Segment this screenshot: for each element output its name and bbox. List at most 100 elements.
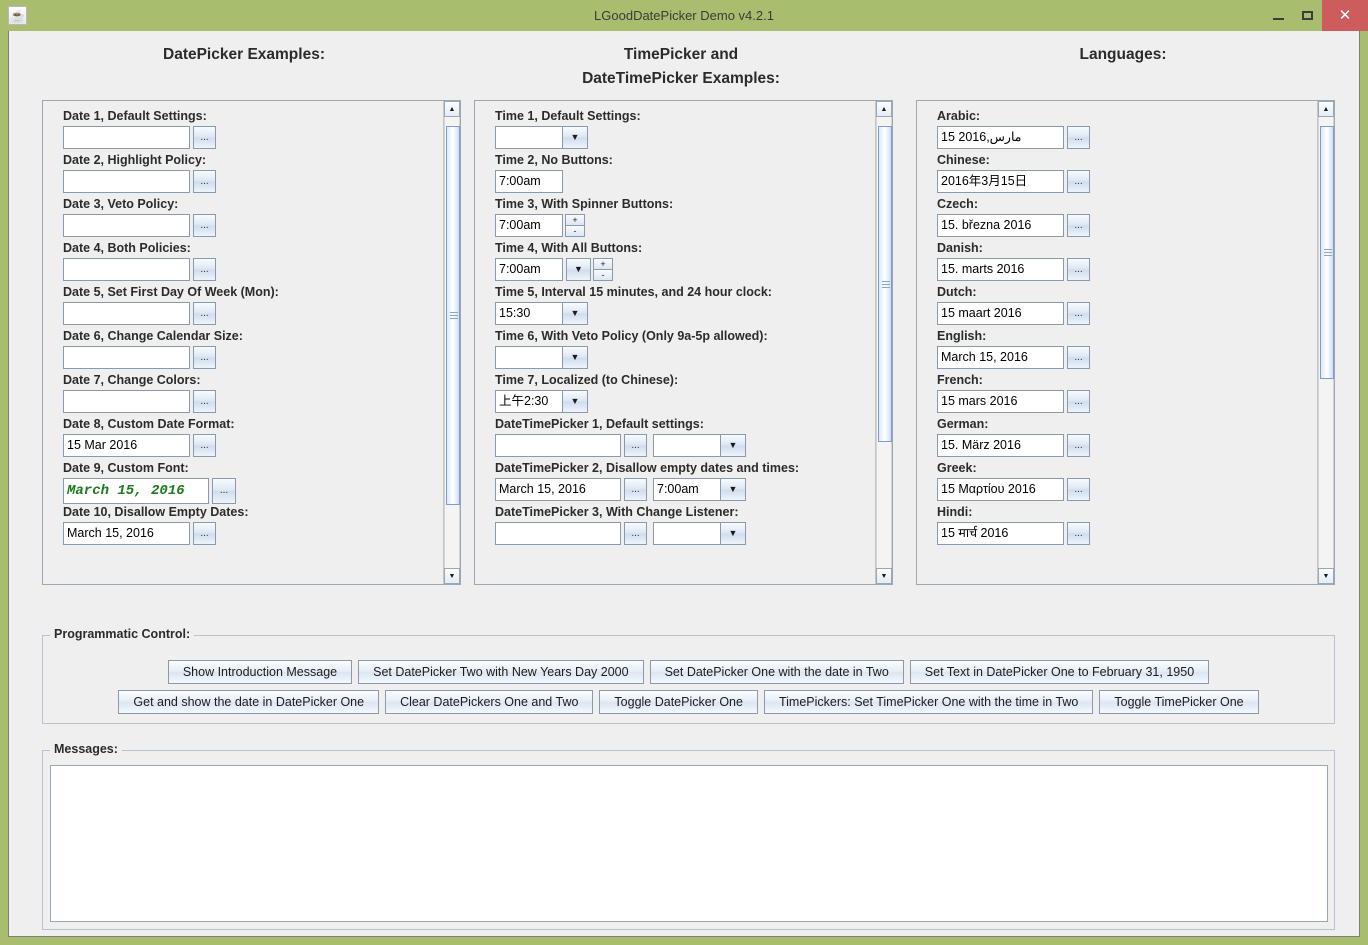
dropdown-arrow-icon[interactable]: ▼: [563, 346, 588, 369]
scroll-up-icon[interactable]: ▲: [876, 101, 892, 117]
dropdown-arrow-icon[interactable]: ▼: [721, 478, 746, 501]
date-input-5[interactable]: [63, 302, 190, 325]
date-chooser-button[interactable]: ...: [1067, 346, 1090, 369]
language-input-2[interactable]: 2016年3月15日: [937, 170, 1064, 193]
control-button[interactable]: Toggle DatePicker One: [599, 690, 758, 714]
language-input-3[interactable]: 15. března 2016: [937, 214, 1064, 237]
date-chooser-button[interactable]: ...: [1067, 214, 1090, 237]
control-button[interactable]: Set Text in DatePicker One to February 3…: [909, 660, 1210, 684]
scroll-track-dates[interactable]: [444, 117, 460, 568]
languages-scrollbar[interactable]: ▲ ▼: [1317, 101, 1334, 584]
scroll-down-icon[interactable]: ▼: [1318, 568, 1334, 584]
datetime-time-input-8[interactable]: [653, 434, 721, 457]
date-field-row: March 15, 2016...: [63, 478, 443, 504]
scroll-up-icon[interactable]: ▲: [444, 101, 460, 117]
date-chooser-button[interactable]: ...: [1067, 522, 1090, 545]
date-chooser-button[interactable]: ...: [624, 522, 647, 545]
spinner-decrement-button[interactable]: -: [593, 270, 613, 281]
scroll-track-langs[interactable]: [1318, 117, 1334, 568]
date-chooser-button[interactable]: ...: [193, 170, 216, 193]
dropdown-arrow-icon[interactable]: ▼: [563, 126, 588, 149]
date-input-4[interactable]: [63, 258, 190, 281]
control-button[interactable]: Show Introduction Message: [167, 660, 353, 684]
close-button[interactable]: ✕: [1322, 0, 1368, 31]
scroll-down-icon[interactable]: ▼: [444, 568, 460, 584]
minimize-button[interactable]: [1264, 0, 1293, 31]
control-button[interactable]: Set DatePicker Two with New Years Day 20…: [358, 660, 644, 684]
control-button[interactable]: Toggle TimePicker One: [1099, 690, 1259, 714]
language-input-7[interactable]: 15 mars 2016: [937, 390, 1064, 413]
date-chooser-button[interactable]: ...: [193, 302, 216, 325]
language-input-10[interactable]: 15 मार्च 2016: [937, 522, 1064, 545]
datetime-date-input-8[interactable]: [495, 434, 621, 457]
date-chooser-button[interactable]: ...: [193, 258, 216, 281]
timepicker-scrollbar[interactable]: ▲ ▼: [875, 101, 892, 584]
date-chooser-button[interactable]: ...: [193, 214, 216, 237]
date-chooser-button[interactable]: ...: [1067, 478, 1090, 501]
time-input-1[interactable]: [495, 126, 563, 149]
scroll-thumb[interactable]: [446, 126, 460, 505]
control-button[interactable]: Clear DatePickers One and Two: [385, 690, 594, 714]
datetime-time-input-9[interactable]: 7:00am: [653, 478, 721, 501]
dropdown-arrow-icon[interactable]: ▼: [566, 258, 591, 281]
time-input-3[interactable]: 7:00am: [495, 214, 563, 237]
scroll-track-times[interactable]: [876, 117, 892, 568]
language-input-5[interactable]: 15 maart 2016: [937, 302, 1064, 325]
date-chooser-button[interactable]: ...: [193, 346, 216, 369]
datepicker-scrollbar[interactable]: ▲ ▼: [443, 101, 460, 584]
date-field-row: March 15, 2016...: [63, 522, 443, 546]
date-input-10[interactable]: March 15, 2016: [63, 522, 190, 545]
spinner-decrement-button[interactable]: -: [565, 226, 585, 237]
spinner-buttons: + -: [593, 258, 613, 281]
date-input-7[interactable]: [63, 390, 190, 413]
time-input-5[interactable]: 15:30: [495, 302, 563, 325]
control-button[interactable]: TimePickers: Set TimePicker One with the…: [763, 690, 1094, 714]
scroll-up-icon[interactable]: ▲: [1318, 101, 1334, 117]
date-input-6[interactable]: [63, 346, 190, 369]
date-chooser-button[interactable]: ...: [1067, 390, 1090, 413]
date-chooser-button[interactable]: ...: [1067, 434, 1090, 457]
time-input-4[interactable]: 7:00am: [495, 258, 563, 281]
date-chooser-button[interactable]: ...: [212, 478, 236, 504]
date-chooser-button[interactable]: ...: [193, 126, 216, 149]
date-chooser-button[interactable]: ...: [1067, 258, 1090, 281]
date-chooser-button[interactable]: ...: [1067, 302, 1090, 325]
language-input-6[interactable]: March 15, 2016: [937, 346, 1064, 369]
time-input-7[interactable]: 上午2:30: [495, 390, 563, 413]
datetime-date-input-9[interactable]: March 15, 2016: [495, 478, 621, 501]
datetime-time-input-10[interactable]: [653, 522, 721, 545]
date-chooser-button[interactable]: ...: [193, 522, 216, 545]
date-input-2[interactable]: [63, 170, 190, 193]
date-chooser-button[interactable]: ...: [193, 390, 216, 413]
scroll-thumb[interactable]: [878, 126, 892, 442]
datetime-date-input-10[interactable]: [495, 522, 621, 545]
language-input-9[interactable]: 15 Μαρτίου 2016: [937, 478, 1064, 501]
date-input-9[interactable]: March 15, 2016: [63, 478, 209, 504]
window-controls: ✕: [1264, 0, 1368, 31]
language-input-1[interactable]: مارس,2016 15: [937, 126, 1064, 149]
maximize-button[interactable]: [1293, 0, 1322, 31]
control-button[interactable]: Get and show the date in DatePicker One: [118, 690, 380, 714]
date-input-8[interactable]: 15 Mar 2016: [63, 434, 190, 457]
date-input-3[interactable]: [63, 214, 190, 237]
dropdown-arrow-icon[interactable]: ▼: [721, 434, 746, 457]
date-chooser-button[interactable]: ...: [624, 434, 647, 457]
dropdown-arrow-icon[interactable]: ▼: [563, 390, 588, 413]
time-input-2[interactable]: 7:00am: [495, 170, 563, 193]
messages-textarea[interactable]: [50, 765, 1328, 922]
dropdown-arrow-icon[interactable]: ▼: [563, 302, 588, 325]
time-input-6[interactable]: [495, 346, 563, 369]
language-input-4[interactable]: 15. marts 2016: [937, 258, 1064, 281]
scroll-down-icon[interactable]: ▼: [876, 568, 892, 584]
spinner-increment-button[interactable]: +: [593, 258, 613, 270]
control-button[interactable]: Set DatePicker One with the date in Two: [649, 660, 904, 684]
spinner-increment-button[interactable]: +: [565, 214, 585, 226]
scroll-thumb[interactable]: [1320, 126, 1334, 379]
date-chooser-button[interactable]: ...: [1067, 126, 1090, 149]
dropdown-arrow-icon[interactable]: ▼: [721, 522, 746, 545]
date-chooser-button[interactable]: ...: [193, 434, 216, 457]
date-chooser-button[interactable]: ...: [1067, 170, 1090, 193]
date-chooser-button[interactable]: ...: [624, 478, 647, 501]
date-input-1[interactable]: [63, 126, 190, 149]
language-input-8[interactable]: 15. März 2016: [937, 434, 1064, 457]
